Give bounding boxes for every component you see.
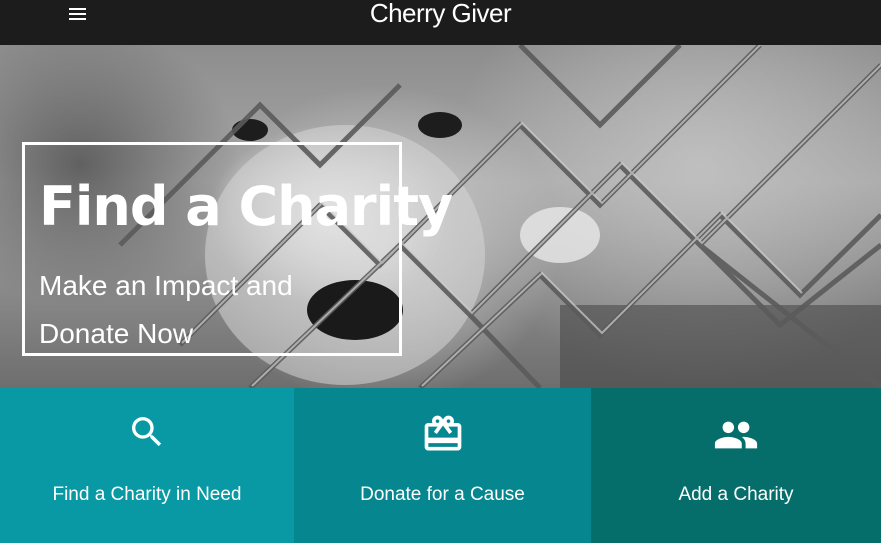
hero-subtitle: Make an Impact and Donate Now — [39, 270, 293, 349]
brand-title[interactable]: Cherry Giver — [0, 0, 881, 29]
add-charity-label: Add a Charity — [678, 484, 794, 505]
action-tiles: Find a Charity in Need Donate for a Caus… — [0, 388, 881, 543]
find-charity-label: Find a Charity in Need — [52, 484, 242, 505]
add-charity-tile[interactable]: Add a Charity — [591, 388, 881, 543]
search-icon — [132, 417, 162, 447]
top-app-bar: Cherry Giver — [0, 0, 881, 45]
hero-title: Find a Charity — [39, 175, 453, 238]
donate-cause-label: Donate for a Cause — [360, 484, 525, 505]
hero-banner: Find a Charity Make an Impact and Donate… — [0, 45, 881, 388]
hero-text-box: Find a Charity Make an Impact and Donate… — [22, 142, 453, 356]
people-icon — [714, 421, 758, 449]
gift-card-icon — [424, 415, 461, 451]
donate-cause-tile[interactable]: Donate for a Cause — [294, 388, 591, 543]
find-charity-tile[interactable]: Find a Charity in Need — [0, 388, 294, 543]
